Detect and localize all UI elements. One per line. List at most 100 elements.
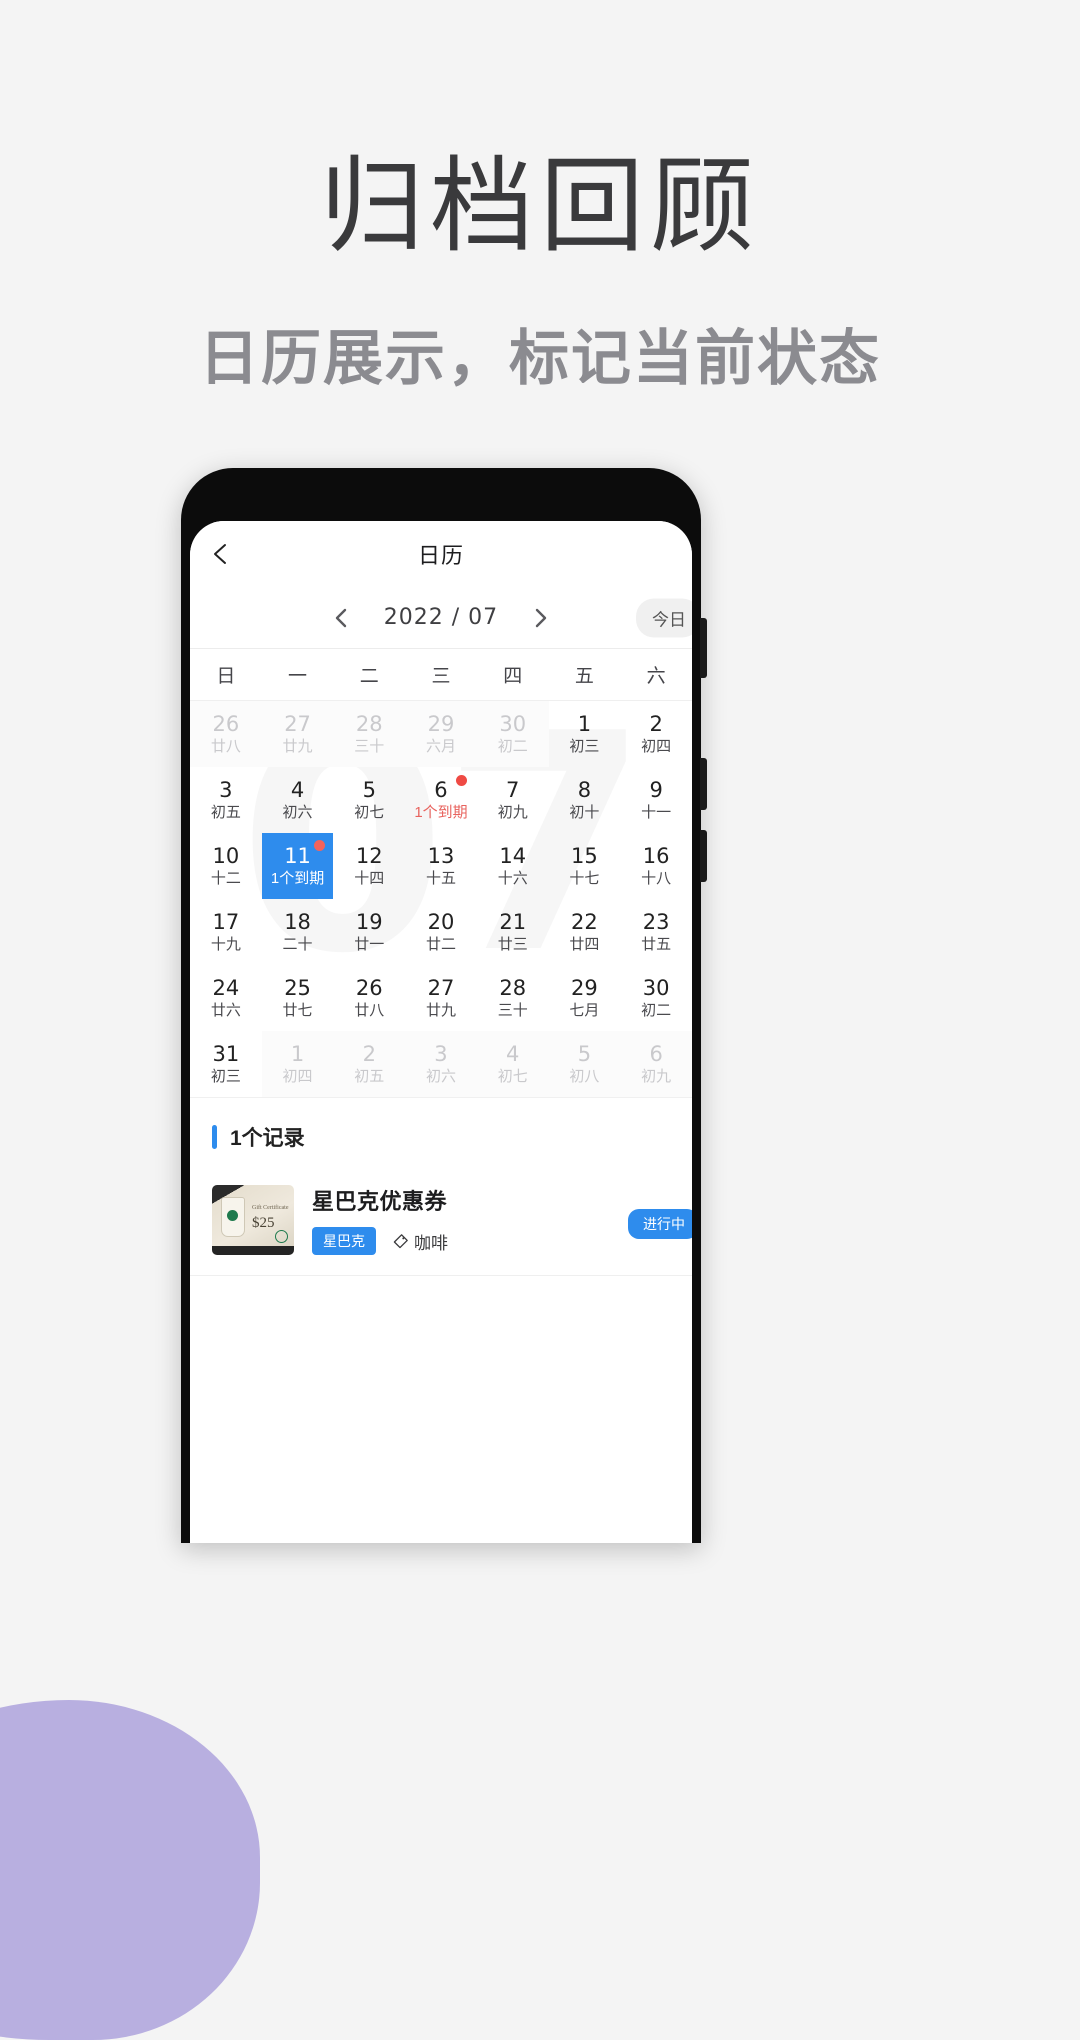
calendar-day-lunar-label: 初三: [569, 737, 600, 755]
calendar-day-lunar-label: 廿八: [210, 737, 241, 755]
record-category-label: 咖啡: [414, 1233, 448, 1253]
calendar-day-cell[interactable]: 19 廿一: [333, 899, 405, 965]
calendar-day-cell[interactable]: 28 三十: [333, 701, 406, 767]
calendar-day-lunar-label: 初七: [354, 803, 385, 821]
prev-month-chevron-left-icon[interactable]: [330, 606, 354, 630]
calendar-day-cell[interactable]: 16 十八: [620, 833, 692, 899]
calendar-day-lunar-label: 十四: [354, 869, 385, 887]
calendar-day-cell[interactable]: 9 十一: [620, 767, 692, 833]
calendar-day-cell[interactable]: 20 廿二: [405, 899, 477, 965]
calendar-day-lunar-label: 初十: [569, 803, 600, 821]
calendar-day-cell[interactable]: 1 初四: [261, 1031, 334, 1097]
calendar-day-cell[interactable]: 11 1个到期: [261, 833, 334, 899]
calendar-day-cell[interactable]: 15 十七: [549, 833, 621, 899]
calendar-day-cell[interactable]: 23 廿五: [620, 899, 692, 965]
calendar-day-lunar-label: 二十: [282, 935, 313, 953]
calendar-day-cell[interactable]: 6 初九: [620, 1031, 692, 1097]
calendar-day-cell[interactable]: 30 初二: [620, 965, 692, 1031]
chevron-left-icon[interactable]: [208, 541, 234, 567]
calendar-day-cell[interactable]: 24 廿六: [190, 965, 262, 1031]
calendar-day-number: 2: [362, 1041, 376, 1066]
weekday-fri: 五: [574, 666, 594, 687]
weekday-wed: 三: [431, 666, 451, 687]
calendar-day-cell[interactable]: 3 初五: [190, 767, 262, 833]
calendar-day-cell[interactable]: 21 廿三: [477, 899, 549, 965]
calendar-day-cell[interactable]: 30 初二: [476, 701, 549, 767]
calendar-day-lunar-label: 廿一: [354, 935, 385, 953]
due-dot-icon: [455, 775, 467, 786]
calendar-day-number: 11: [284, 843, 311, 868]
calendar-day-number: 22: [571, 909, 598, 934]
calendar-day-number: 26: [212, 711, 240, 736]
coffee-cup-icon: [221, 1196, 245, 1237]
calendar-day-cell[interactable]: 25 廿七: [262, 965, 334, 1031]
page-subtitle: 日历展示，标记当前状态: [199, 325, 881, 393]
calendar-day-cell[interactable]: 22 廿四: [549, 899, 621, 965]
calendar-day-cell[interactable]: 17 十九: [190, 899, 262, 965]
calendar-day-cell[interactable]: 6 1个到期: [405, 767, 477, 833]
calendar-day-lunar-label: 十二: [210, 869, 241, 887]
thumbnail-amount: $25: [252, 1214, 275, 1231]
month-label[interactable]: 2022 / 07: [384, 605, 498, 630]
calendar-day-lunar-label: 三十: [354, 737, 385, 755]
calendar-day-number: 27: [427, 975, 455, 1000]
calendar-day-cell[interactable]: 12 十四: [333, 833, 405, 899]
calendar-day-number: 10: [212, 843, 240, 868]
calendar-day-cell[interactable]: 14 十六: [477, 833, 549, 899]
calendar-day-number: 3: [219, 777, 233, 802]
calendar-day-number: 14: [499, 843, 527, 868]
calendar-day-lunar-label: 初五: [354, 1067, 385, 1085]
record-count-label: 1个记录: [230, 1127, 305, 1150]
thumbnail-shadow: [212, 1245, 294, 1255]
calendar-day-number: 21: [499, 909, 527, 934]
calendar-day-cell[interactable]: 29 七月: [549, 965, 621, 1031]
calendar-day-cell[interactable]: 5 初七: [333, 767, 405, 833]
calendar-day-lunar-label: 初八: [569, 1067, 600, 1085]
calendar-day-cell[interactable]: 2 初五: [333, 1031, 406, 1097]
calendar-day-number: 31: [212, 1041, 240, 1066]
weekday-thu: 四: [503, 666, 523, 687]
calendar-day-number: 13: [427, 843, 455, 868]
calendar-day-cell[interactable]: 27 廿九: [405, 965, 477, 1031]
calendar-day-number: 19: [355, 909, 383, 934]
calendar-day-cell[interactable]: 27 廿九: [261, 701, 334, 767]
month-nav: 2022 / 07 今日: [190, 587, 692, 649]
calendar-day-lunar-label: 廿九: [282, 737, 313, 755]
next-month-chevron-right-icon[interactable]: [528, 606, 552, 630]
calendar-day-number: 29: [571, 975, 598, 1000]
calendar-day-number: 6: [649, 1041, 663, 1066]
calendar-day-cell[interactable]: 13 十五: [405, 833, 477, 899]
calendar-day-cell[interactable]: 26 廿八: [190, 701, 262, 767]
calendar-day-number: 5: [577, 1041, 592, 1066]
record-category[interactable]: 咖啡: [392, 1229, 448, 1254]
calendar-day-cell[interactable]: 2 初四: [620, 701, 692, 767]
calendar-day-cell[interactable]: 4 初七: [476, 1031, 549, 1097]
calendar-day-cell[interactable]: 18 二十: [262, 899, 334, 965]
calendar-day-number: 17: [212, 909, 240, 934]
calendar-day-cell[interactable]: 1 初三: [549, 701, 621, 767]
calendar-day-cell[interactable]: 29 六月: [405, 701, 477, 767]
calendar-day-cell[interactable]: 4 初六: [262, 767, 334, 833]
weekday-sun: 日: [216, 666, 236, 687]
record-meta: 星巴克 咖啡: [312, 1227, 674, 1255]
record-name: 星巴克优惠券: [312, 1189, 448, 1214]
calendar-day-number: 9: [649, 777, 663, 802]
phone-screen: 日历 2022 / 07 今日 日 一 二 三 四 五 六 07 26廿八27廿: [190, 521, 692, 1543]
record-status-badge: 进行中: [628, 1208, 692, 1239]
calendar-day-cell[interactable]: 10 十二: [190, 833, 262, 899]
calendar-day-cell[interactable]: 31 初三: [190, 1031, 262, 1097]
calendar-day-cell[interactable]: 26 廿八: [333, 965, 405, 1031]
calendar-day-cell[interactable]: 8 初十: [549, 767, 621, 833]
weekday-mon: 一: [288, 666, 308, 687]
calendar-day-cell[interactable]: 5 初八: [548, 1031, 621, 1097]
calendar-day-number: 15: [571, 843, 598, 868]
today-button[interactable]: 今日: [636, 598, 692, 637]
calendar-day-lunar-label: 十一: [641, 803, 672, 821]
record-list-item[interactable]: Gift Certificate $25 星巴克优惠券 星巴克 咖啡 进行中: [190, 1172, 692, 1276]
calendar-day-cell[interactable]: 3 初六: [405, 1031, 477, 1097]
weekday-header: 日 一 二 三 四 五 六: [190, 649, 692, 701]
record-section-header: 1个记录: [190, 1097, 692, 1172]
record-brand-tag[interactable]: 星巴克: [312, 1227, 376, 1255]
calendar-day-cell[interactable]: 7 初九: [477, 767, 549, 833]
calendar-day-cell[interactable]: 28 三十: [477, 965, 549, 1031]
